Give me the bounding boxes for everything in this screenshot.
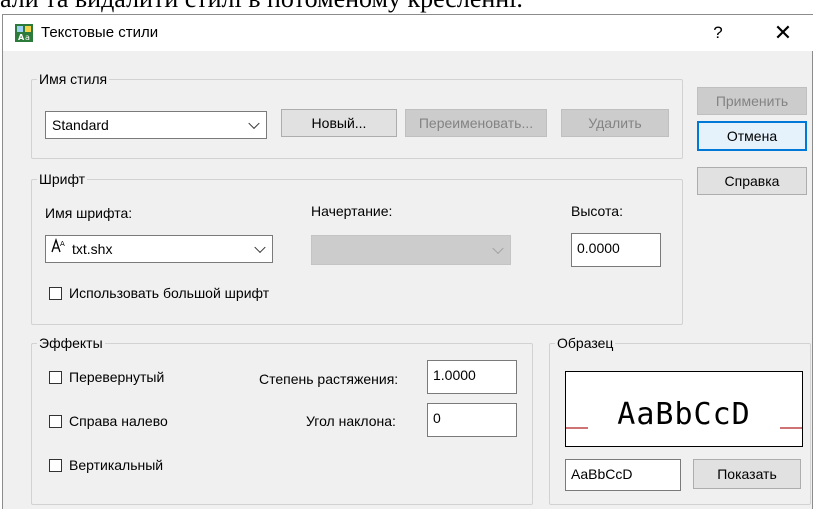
title-bar: A a Текстовые стили ? ✕	[3, 15, 814, 51]
height-input[interactable]: 0.0000	[571, 233, 661, 267]
upside-down-label: Перевернутый	[69, 369, 165, 385]
apply-button[interactable]: Применить	[697, 87, 807, 115]
rename-style-button[interactable]: Переименовать...	[405, 109, 547, 137]
dialog-title: Текстовые стили	[41, 24, 159, 41]
oblique-angle-label: Угол наклона:	[306, 413, 396, 429]
preview-group-label: Образец	[555, 335, 616, 351]
show-preview-button[interactable]: Показать	[693, 459, 801, 489]
upside-down-checkbox[interactable]	[49, 371, 62, 384]
backwards-label: Справа налево	[69, 413, 168, 429]
shx-font-icon: A	[50, 237, 72, 264]
chevron-down-icon	[248, 117, 260, 130]
help-button[interactable]: Справка	[697, 167, 807, 195]
cancel-button[interactable]: Отмена	[697, 121, 807, 151]
new-style-button[interactable]: Новый...	[281, 109, 397, 137]
delete-style-button[interactable]: Удалить	[561, 109, 669, 137]
style-name-value: Standard	[52, 117, 109, 133]
preview-canvas: AaBbCcD	[565, 371, 803, 447]
style-name-group-label: Имя стиля	[37, 71, 110, 87]
svg-text:A: A	[18, 33, 25, 42]
preview-text-input[interactable]: AaBbCcD	[565, 459, 681, 491]
font-name-value: txt.shx	[72, 241, 113, 257]
svg-text:a: a	[25, 33, 30, 42]
text-styles-dialog: A a Текстовые стили ? ✕ Имя стиля Standa…	[2, 14, 814, 509]
vertical-checkbox[interactable]	[49, 459, 62, 472]
backwards-checkbox[interactable]	[49, 415, 62, 428]
effects-group-label: Эффекты	[37, 335, 105, 351]
width-factor-input[interactable]: 1.0000	[427, 360, 517, 394]
close-icon[interactable]: ✕	[763, 19, 803, 47]
height-label: Высота:	[571, 203, 623, 219]
font-name-label: Имя шрифта:	[45, 205, 133, 221]
font-group-label: Шрифт	[37, 171, 88, 187]
bigfont-checkbox[interactable]	[49, 287, 62, 300]
vertical-label: Вертикальный	[69, 457, 164, 473]
background-document-text: али та видалити стилі в потоменому кресл…	[0, 0, 815, 14]
chevron-down-icon	[492, 242, 504, 255]
oblique-angle-input[interactable]: 0	[427, 403, 517, 437]
font-style-select[interactable]	[311, 235, 511, 265]
preview-sample-text: AaBbCcD	[617, 397, 750, 432]
width-factor-label: Степень растяжения:	[259, 371, 399, 387]
chevron-down-icon	[254, 241, 266, 254]
style-name-select[interactable]: Standard	[45, 111, 267, 139]
help-icon[interactable]: ?	[703, 19, 733, 47]
font-name-select[interactable]: A txt.shx	[45, 235, 273, 263]
svg-text:A: A	[60, 240, 65, 248]
font-style-label: Начертание:	[311, 203, 393, 219]
bigfont-label: Использовать большой шрифт	[69, 285, 270, 301]
preview-drawing: AaBbCcD	[566, 397, 802, 432]
text-style-app-icon: A a	[15, 24, 33, 42]
